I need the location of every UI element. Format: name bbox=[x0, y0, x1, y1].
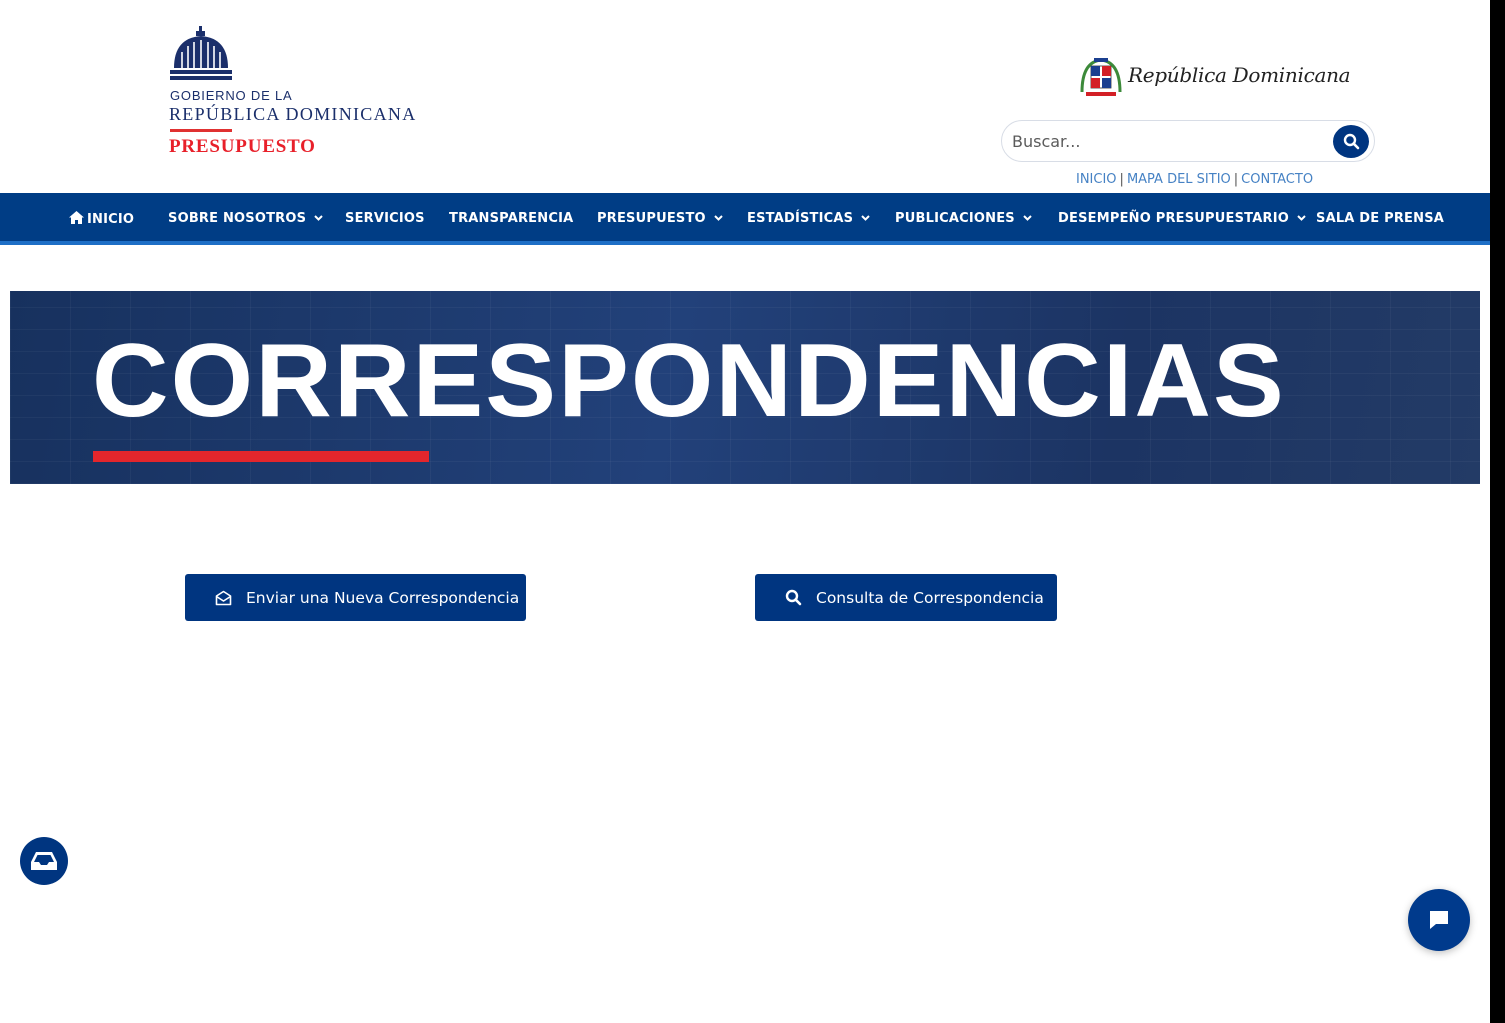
nav-item-presupuesto[interactable]: PRESUPUESTO bbox=[597, 211, 723, 226]
chevron-down-icon bbox=[714, 215, 723, 221]
nav-item-label: TRANSPARENCIA bbox=[449, 211, 574, 226]
nav-item-desempeno-presupuestario[interactable]: DESEMPEÑO PRESUPUESTARIO bbox=[1058, 211, 1306, 226]
site-logo[interactable]: GOBIERNO DE LA REPÚBLICA DOMINICANA PRES… bbox=[168, 26, 438, 160]
search-icon bbox=[1343, 133, 1359, 150]
send-correspondence-label: Enviar una Nueva Correspondencia bbox=[246, 588, 520, 607]
link-separator: | bbox=[1119, 172, 1124, 187]
home-icon bbox=[69, 211, 84, 224]
logo-divider bbox=[170, 129, 232, 132]
top-links: INICIO | MAPA DEL SITIO | CONTACTO bbox=[1076, 172, 1313, 187]
link-separator: | bbox=[1233, 172, 1239, 187]
chevron-down-icon bbox=[1023, 215, 1032, 221]
search-button[interactable] bbox=[1333, 125, 1369, 158]
nav-item-inicio[interactable]: INICIO bbox=[69, 211, 134, 227]
dome-icon bbox=[170, 26, 232, 80]
coat-of-arms-icon bbox=[1080, 58, 1122, 96]
query-correspondence-button[interactable]: Consulta de Correspondencia bbox=[755, 574, 1057, 621]
chevron-down-icon bbox=[314, 215, 323, 221]
nav-item-estadisticas[interactable]: ESTADÍSTICAS bbox=[747, 211, 870, 226]
nav-item-label: PRESUPUESTO bbox=[597, 211, 706, 226]
nav-item-sala-de-prensa[interactable]: SALA DE PRENSA bbox=[1316, 211, 1444, 226]
search-bar bbox=[1001, 120, 1375, 162]
envelope-open-icon bbox=[215, 590, 232, 606]
send-correspondence-button[interactable]: Enviar una Nueva Correspondencia bbox=[185, 574, 526, 621]
nav-item-label: INICIO bbox=[87, 212, 135, 227]
search-icon bbox=[785, 589, 802, 606]
emblem-text: República Dominicana bbox=[1128, 63, 1351, 87]
scrollbar[interactable] bbox=[1490, 0, 1505, 1023]
page-title: CORRESPONDENCIAS bbox=[92, 323, 1286, 439]
main-nav: INICIO SOBRE NOSOTROS SERVICIOS TRANSPAR… bbox=[0, 193, 1490, 245]
query-correspondence-label: Consulta de Correspondencia bbox=[816, 588, 1044, 607]
top-link-inicio[interactable]: INICIO bbox=[1076, 172, 1117, 187]
logo-line-presupuesto: PRESUPUESTO bbox=[169, 136, 316, 157]
inbox-floating-button[interactable] bbox=[20, 837, 68, 885]
inbox-icon bbox=[31, 852, 57, 870]
logo-line-gobierno: GOBIERNO DE LA bbox=[170, 88, 293, 103]
title-underline bbox=[93, 451, 429, 462]
republica-dominicana-emblem[interactable]: República Dominicana bbox=[1078, 54, 1351, 100]
search-input[interactable] bbox=[1012, 127, 1322, 155]
top-link-mapa-del-sitio[interactable]: MAPA DEL SITIO bbox=[1127, 172, 1231, 187]
nav-item-label: SERVICIOS bbox=[345, 211, 425, 226]
nav-item-transparencia[interactable]: TRANSPARENCIA bbox=[449, 211, 573, 226]
chevron-down-icon bbox=[861, 215, 870, 221]
nav-item-servicios[interactable]: SERVICIOS bbox=[345, 211, 425, 226]
top-link-contacto[interactable]: CONTACTO bbox=[1241, 172, 1313, 187]
nav-item-label: ESTADÍSTICAS bbox=[747, 211, 854, 226]
nav-item-publicaciones[interactable]: PUBLICACIONES bbox=[895, 211, 1032, 226]
chat-widget-button[interactable] bbox=[1408, 889, 1470, 951]
page-banner: CORRESPONDENCIAS bbox=[10, 291, 1480, 484]
chat-bubble-icon bbox=[1430, 911, 1448, 929]
nav-item-sobre-nosotros[interactable]: SOBRE NOSOTROS bbox=[168, 211, 323, 226]
logo-line-republica: REPÚBLICA DOMINICANA bbox=[169, 104, 417, 124]
chevron-down-icon bbox=[1297, 215, 1306, 221]
nav-item-label: PUBLICACIONES bbox=[895, 211, 1015, 226]
nav-item-label: DESEMPEÑO PRESUPUESTARIO bbox=[1058, 211, 1289, 226]
nav-item-label: SOBRE NOSOTROS bbox=[168, 211, 307, 226]
nav-item-label: SALA DE PRENSA bbox=[1316, 211, 1445, 226]
